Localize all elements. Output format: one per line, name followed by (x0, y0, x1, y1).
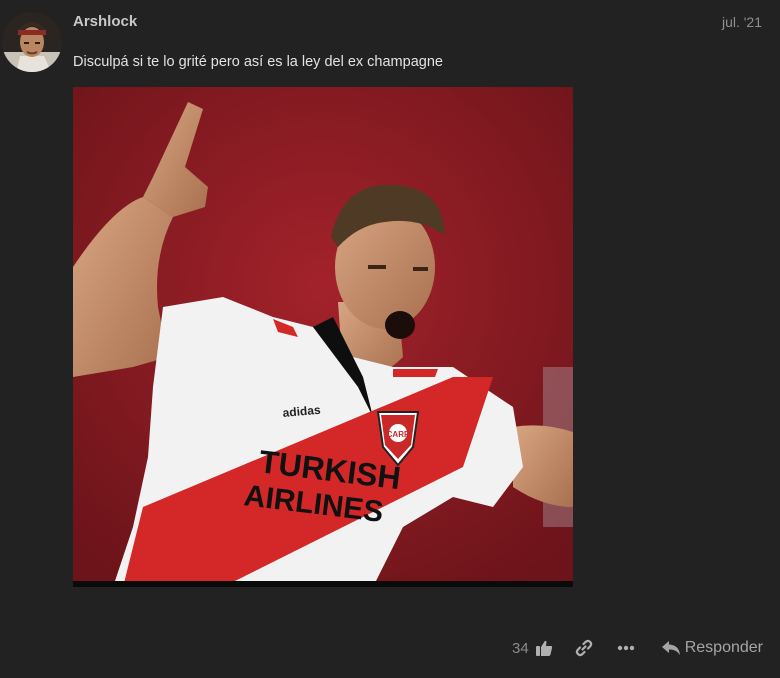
post-body-text: Disculpá si te lo grité pero así es la l… (73, 54, 443, 70)
post-container: Arshlock jul. '21 Disculpá si te lo grit… (0, 0, 780, 678)
like-group: 34 (512, 639, 553, 657)
reply-label: Responder (684, 639, 763, 656)
link-icon[interactable] (575, 639, 593, 657)
reply-button[interactable]: Responder (661, 639, 763, 657)
thumbs-up-icon[interactable] (535, 639, 553, 657)
like-count[interactable]: 34 (512, 640, 529, 657)
post-date[interactable]: jul. '21 (722, 14, 762, 30)
post-username[interactable]: Arshlock (73, 13, 137, 30)
crest-text: CARP (387, 430, 410, 439)
ellipsis-icon[interactable] (617, 645, 635, 651)
post-image[interactable]: CARP adidas TURKISH AIRLINES (73, 87, 573, 587)
reply-arrow-icon (661, 640, 681, 656)
football-player-image: CARP adidas TURKISH AIRLINES (73, 87, 573, 587)
post-actions-bar: 34 Responder (512, 636, 763, 660)
user-avatar[interactable] (2, 12, 62, 72)
avatar-image (2, 12, 62, 72)
